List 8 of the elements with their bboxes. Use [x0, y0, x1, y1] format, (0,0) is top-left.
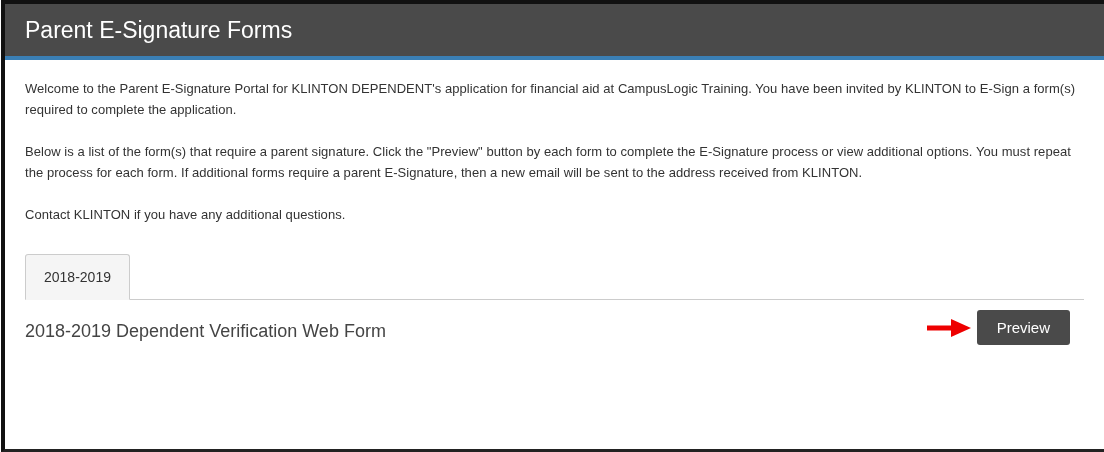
paragraph: Welcome to the Parent E-Signature Portal for KLINTON DEPENDENT's application for financial aid at CampusLogic Training. You have been invited by KLINTON to E-Sign a form(s) required to complete the application.	[25, 80, 1077, 119]
paragraph: Contact KLINTON if you have any additional questions.	[25, 206, 347, 224]
preview-button[interactable]: Preview	[976, 310, 1070, 345]
page-title: Parent E-Signature Forms	[25, 16, 293, 44]
arrow-icon	[926, 318, 971, 337]
year-tab[interactable]: 2018-2019	[25, 254, 130, 300]
paragraph: Below is a list of the form(s) that require a parent signature. Click the "Preview" button by each form to complete the E-Signature process or view additional options. You must repeat the process for each form. If additional forms require a parent E-Signature, then a new email will be sent to the address received from KLINTON.	[25, 143, 1072, 182]
form-name: 2018-2019 Dependent Verification Web Form	[25, 321, 386, 342]
